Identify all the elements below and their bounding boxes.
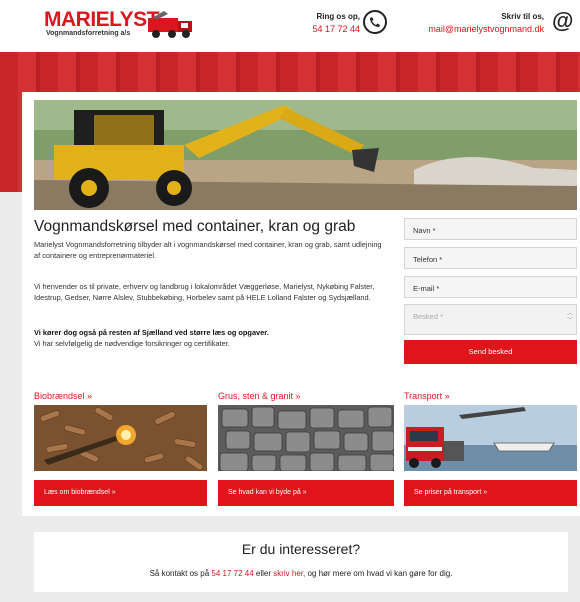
name-field[interactable]: Navn * — [404, 218, 577, 240]
mail-address-link[interactable]: mail@marielystvognmand.dk — [400, 24, 544, 34]
intro-paragraph: Marielyst Vognmandsforretning tilbyder a… — [34, 240, 382, 260]
email-field[interactable]: E-mail * — [404, 276, 577, 298]
grus-sten-granit-title-link[interactable]: Grus, sten & granit » — [218, 391, 394, 401]
sjaelland-paragraph: Vi kører dog også på resten af Sjælland … — [34, 328, 269, 337]
send-button[interactable]: Send besked — [404, 340, 577, 364]
phone-field[interactable]: Telefon * — [404, 247, 577, 269]
cta-title: Er du interesseret? — [241, 541, 361, 557]
biobraendsel-button[interactable]: Læs om biobrændsel » — [34, 480, 207, 506]
truck-logo-icon — [148, 11, 192, 38]
cta-text-start: Så kontakt os på — [149, 569, 212, 578]
grus-button[interactable]: Se hvad kan vi byde på » — [218, 480, 394, 506]
stones-image — [218, 405, 394, 471]
site-header: MARIELYST Vognmandsforretning a/s Ring o… — [0, 0, 580, 52]
insurance-paragraph: Vi har selvfølgelig de nødvendige forsik… — [34, 339, 230, 348]
transport-button[interactable]: Se priser på transport » — [404, 480, 577, 506]
main-content-card: Vognmandskørsel med container, kran og g… — [22, 92, 580, 516]
cta-text: Så kontakt os på 54 17 72 44 eller skriv… — [34, 569, 568, 578]
hero-image-excavator — [34, 100, 577, 210]
phone-number-link[interactable]: 54 17 72 44 — [300, 24, 360, 34]
at-icon: @ — [552, 8, 574, 33]
resize-handle-icon[interactable]: ︿ ﹀ — [567, 311, 573, 325]
area-paragraph: Vi henvender os til private, erhverv og … — [34, 282, 375, 302]
phone-contact: Ring os op, 54 17 72 44 — [300, 12, 360, 34]
site-logo[interactable]: MARIELYST Vognmandsforretning a/s — [44, 8, 204, 42]
cta-text-end: , og hør mere om hvad vi kan gøre for di… — [303, 569, 453, 578]
phone-label: Ring os op, — [316, 12, 360, 21]
biobraendsel-title-link[interactable]: Biobrændsel » — [34, 391, 207, 401]
mail-label: Skriv til os, — [501, 12, 544, 21]
transport-title-link[interactable]: Transport » — [404, 391, 577, 401]
pellets-image — [34, 405, 207, 471]
page-title: Vognmandskørsel med container, kran og g… — [34, 218, 356, 235]
logo-subtitle: Vognmandsforretning a/s — [46, 30, 131, 37]
phone-icon — [363, 10, 387, 34]
cta-box: Er du interesseret? Så kontakt os på 54 … — [34, 532, 568, 592]
message-placeholder: Besked * — [413, 312, 444, 321]
logo-title: MARIELYST — [44, 8, 159, 31]
message-field[interactable]: Besked * ︿ ﹀ — [404, 304, 577, 335]
cta-phone-link[interactable]: 54 17 72 44 — [211, 569, 253, 578]
cta-write-link[interactable]: skriv her — [273, 569, 303, 578]
mail-contact: Skriv til os, mail@marielystvognmand.dk — [400, 12, 544, 34]
truck-harbor-image — [404, 405, 577, 471]
cta-text-middle: eller — [253, 569, 274, 578]
